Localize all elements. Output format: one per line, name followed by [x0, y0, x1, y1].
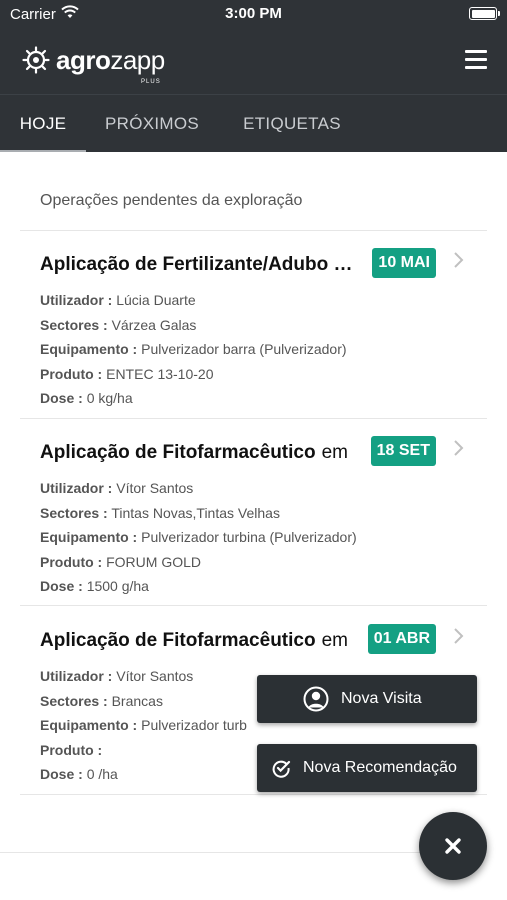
- field-value: 0 kg/ha: [86, 390, 133, 406]
- field-label: Produto :: [40, 365, 103, 382]
- divider: [20, 605, 487, 606]
- operation-title-text: Aplicação de Fitofarmacêutico: [40, 630, 316, 651]
- app-name-bold: agro: [56, 44, 111, 75]
- field-sectores: Sectores : Várzea Galas: [40, 313, 460, 338]
- field-equipamento: Equipamento : Pulverizador turbina (Pulv…: [40, 525, 460, 550]
- field-value: Várzea Galas: [111, 316, 197, 333]
- status-bar: Carrier 3:00 PM: [0, 0, 507, 30]
- field-value: Lúcia Duarte: [116, 292, 196, 308]
- tab-hoje[interactable]: HOJE: [0, 95, 86, 153]
- field-value: Pulverizador turb: [141, 717, 247, 733]
- field-label: Utilizador :: [40, 480, 113, 496]
- field-label: Dose :: [40, 578, 83, 594]
- seed-logo-icon: [22, 46, 50, 74]
- app-header: agrozapp PLUS: [0, 30, 507, 94]
- chevron-right-icon[interactable]: [452, 438, 466, 458]
- app-name: agrozapp PLUS: [56, 44, 165, 85]
- field-dose: Dose : 0 kg/ha: [40, 386, 460, 411]
- field-value: Vítor Santos: [116, 668, 194, 684]
- close-icon: [445, 838, 461, 854]
- field-value: Brancas: [111, 692, 163, 709]
- user-circle-icon: [303, 686, 329, 712]
- section-title: Operações pendentes da exploração: [40, 192, 303, 209]
- field-label: Produto :: [40, 553, 103, 570]
- field-value: 1500 g/ha: [86, 578, 149, 594]
- date-badge: 10 MAI: [372, 248, 436, 278]
- field-value: Vítor Santos: [116, 480, 194, 496]
- operation-title-text: Aplicação de Fitofarmacêutico: [40, 442, 316, 463]
- tab-etiquetas[interactable]: ETIQUETAS: [218, 95, 366, 153]
- field-label: Equipamento :: [40, 529, 138, 545]
- clock: 3:00 PM: [225, 5, 282, 22]
- operation-title-text: Aplicação de Fertilizante/Adubo …: [40, 254, 353, 275]
- check-compass-icon: [272, 760, 291, 778]
- field-label: Utilizador :: [40, 668, 113, 684]
- field-dose: Dose : 1500 g/ha: [40, 574, 460, 599]
- field-label: Dose :: [40, 766, 83, 782]
- divider: [20, 418, 487, 419]
- close-fab-button[interactable]: [419, 812, 487, 880]
- app-name-rest: zapp: [110, 44, 165, 75]
- tab-bar: HOJE PRÓXIMOS ETIQUETAS: [0, 94, 507, 153]
- divider: [0, 852, 420, 853]
- field-label: Sectores :: [40, 504, 108, 521]
- operation-title-suffix: em: [321, 442, 348, 463]
- field-label: Equipamento :: [40, 341, 138, 357]
- new-visit-button[interactable]: Nova Visita: [257, 675, 477, 723]
- battery-icon: [469, 7, 500, 20]
- field-utilizador: Utilizador : Vítor Santos: [40, 476, 460, 501]
- field-value: ENTEC 13-10-20: [106, 365, 214, 382]
- app-logo: agrozapp PLUS: [22, 40, 165, 85]
- operation-card[interactable]: Aplicação de Fitofarmacêutico em 18 SET …: [40, 436, 464, 599]
- field-produto: Produto : ENTEC 13-10-20: [40, 362, 460, 387]
- divider: [20, 230, 487, 231]
- chevron-right-icon[interactable]: [452, 250, 466, 270]
- field-value: Pulverizador turbina (Pulverizador): [141, 529, 357, 545]
- chevron-right-icon[interactable]: [452, 626, 466, 646]
- date-badge: 18 SET: [370, 436, 436, 466]
- field-equipamento: Equipamento : Pulverizador barra (Pulver…: [40, 337, 460, 362]
- field-label: Dose :: [40, 390, 83, 406]
- field-value: 0 /ha: [86, 766, 118, 782]
- field-label: Produto :: [40, 741, 103, 758]
- tab-proximos[interactable]: PRÓXIMOS: [86, 95, 218, 153]
- new-visit-label: Nova Visita: [341, 690, 422, 707]
- field-value: Pulverizador barra (Pulverizador): [141, 341, 347, 357]
- divider: [20, 794, 487, 795]
- field-label: Equipamento :: [40, 717, 138, 733]
- hamburger-menu-icon[interactable]: [465, 50, 487, 70]
- field-value: Tintas Novas,Tintas Velhas: [111, 504, 280, 521]
- new-recommendation-button[interactable]: Nova Recomendação: [257, 744, 477, 792]
- operation-title-suffix: em: [321, 630, 348, 651]
- field-label: Sectores :: [40, 316, 108, 333]
- field-label: Sectores :: [40, 692, 108, 709]
- new-recommendation-label: Nova Recomendação: [303, 759, 457, 776]
- field-label: Utilizador :: [40, 292, 113, 308]
- date-badge: 01 ABR: [367, 624, 436, 654]
- field-sectores: Sectores : Tintas Novas,Tintas Velhas: [40, 501, 460, 526]
- field-value: FORUM GOLD: [106, 553, 201, 570]
- app-name-plus: PLUS: [141, 78, 161, 85]
- operation-card[interactable]: Aplicação de Fertilizante/Adubo … 10 MAI…: [40, 248, 464, 411]
- field-utilizador: Utilizador : Lúcia Duarte: [40, 288, 460, 313]
- field-produto: Produto : FORUM GOLD: [40, 550, 460, 575]
